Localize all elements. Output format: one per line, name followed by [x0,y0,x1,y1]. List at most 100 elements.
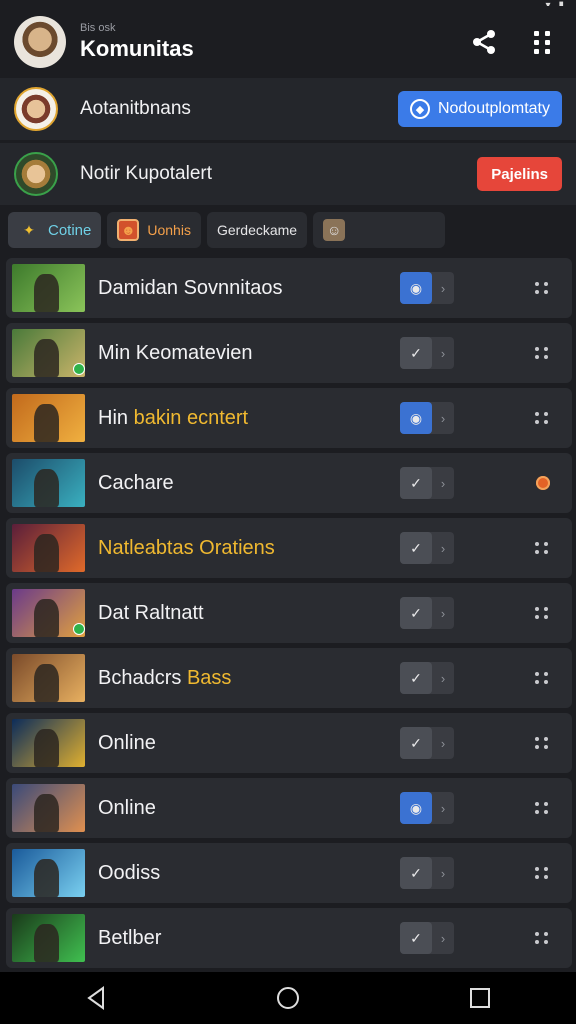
dot [535,802,539,806]
game-title-text: Dat Raltnatt [98,601,204,624]
game-row[interactable]: Online ✓ › [6,713,572,773]
drag-handle-icon[interactable] [532,863,552,883]
game-toggle[interactable]: ◉ › [400,272,454,304]
drag-handle-icon[interactable] [532,278,552,298]
game-toggle[interactable]: ✓ › [400,857,454,889]
dot [544,347,548,351]
profile-avatar[interactable] [14,16,66,68]
drag-handle-icon[interactable] [532,603,552,623]
dot [535,867,539,871]
game-thumbnail [12,459,85,507]
character-silhouette [33,728,59,767]
check-icon: ✓ [400,662,432,694]
game-row[interactable]: Natleabtas Oratiens ✓ › [6,518,572,578]
home-button[interactable] [266,976,310,1020]
game-toggle[interactable]: ✓ › [400,467,454,499]
character-silhouette [33,273,59,312]
chip-gerdeckame[interactable]: Gerdeckame [206,212,308,248]
trophy-icon: ✦ [23,221,35,238]
dot [535,420,539,424]
recents-button[interactable] [458,976,502,1020]
filter-chips: ✦ Cotine ☻ Uonhis Gerdeckame ☺ [8,210,568,250]
notification-avatar [14,152,58,196]
game-row[interactable]: Betlber ✓ › [6,908,572,968]
app-header: Bis osk Komunitas [0,6,576,78]
game-row[interactable]: Min Keomatevien ✓ › [6,323,572,383]
dot [535,737,539,741]
chevron-right-icon: › [440,865,446,881]
dot [535,550,539,554]
chevron-right-icon: › [440,540,446,556]
notification-action-label: Pajelins [491,165,548,183]
game-thumbnail [12,329,85,377]
chevron-right-icon: › [440,735,446,751]
character-silhouette [33,338,59,377]
chip-cotine[interactable]: ✦ Cotine [8,212,102,248]
game-toggle[interactable]: ✓ › [400,727,454,759]
dot [535,672,539,676]
more-options-button[interactable] [522,22,562,62]
navigation-bar [0,972,576,1024]
game-toggle[interactable]: ✓ › [400,922,454,954]
dot [544,542,548,546]
dot [535,940,539,944]
game-title-highlight: bakin ecntert [133,406,249,429]
game-thumbnail [12,914,85,962]
game-title-text: Hin [98,406,129,429]
dot [544,680,548,684]
notification-action-button[interactable]: Pajelins [477,157,562,191]
drag-handle-icon[interactable] [532,408,552,428]
chevron-right-icon: › [440,605,446,621]
game-thumbnail [12,719,85,767]
dot [544,940,548,944]
notification-row[interactable]: Notir Kupotalert Pajelins [0,143,576,205]
game-toggle[interactable]: ✓ › [400,532,454,564]
alert-dot-icon[interactable] [536,476,550,490]
game-title: Natleabtas Oratiens [98,537,388,560]
drag-handle-icon[interactable] [532,343,552,363]
drag-handle-icon[interactable] [532,733,552,753]
notification-row[interactable]: Aotanitbnans ◆ Nodoutplomtaty [0,78,576,140]
game-thumbnail [12,849,85,897]
notification-text: Aotanitbnans [80,98,191,119]
chip-label: Uonhis [147,222,191,238]
share-button[interactable] [464,22,504,62]
notification-action-button[interactable]: ◆ Nodoutplomtaty [397,91,562,127]
verified-badge-icon [73,623,85,635]
game-toggle[interactable]: ◉ › [400,792,454,824]
check-icon: ✓ [400,727,432,759]
avatar-image [14,16,66,68]
back-button[interactable] [74,976,118,1020]
dot [535,615,539,619]
game-toggle[interactable]: ✓ › [400,597,454,629]
game-toggle[interactable]: ✓ › [400,337,454,369]
dot [544,355,548,359]
check-icon: ✓ [400,922,432,954]
check-icon: ✓ [400,467,432,499]
game-row[interactable]: Cachare ✓ › [6,453,572,513]
character-silhouette [33,403,59,442]
chip-portrait[interactable]: ☺ [313,212,446,248]
drag-handle-icon[interactable] [532,668,552,688]
game-row[interactable]: Hin bakin ecntert ◉ › [6,388,572,448]
game-toggle[interactable]: ◉ › [400,402,454,434]
game-row[interactable]: Damidan Sovnnitaos ◉ › [6,258,572,318]
game-toggle[interactable]: ✓ › [400,662,454,694]
chip-uonhis[interactable]: ☻ Uonhis [107,212,201,248]
drag-handle-icon[interactable] [532,928,552,948]
game-title-text: Online [98,731,156,754]
dot [535,680,539,684]
drag-handle-icon[interactable] [532,798,552,818]
character-silhouette [33,793,59,832]
game-row[interactable]: Bchadcrs Bass ✓ › [6,648,572,708]
game-row[interactable]: Online ◉ › [6,778,572,838]
game-title: Online [98,732,388,755]
dot [544,810,548,814]
notification-avatar [14,87,58,131]
game-title: Oodiss [98,862,388,885]
game-row[interactable]: Dat Raltnatt ✓ › [6,583,572,643]
drag-handle-icon[interactable] [532,538,552,558]
chevron-right-icon: › [440,345,446,361]
game-row[interactable]: Oodiss ✓ › [6,843,572,903]
game-title-text: Betlber [98,926,162,949]
